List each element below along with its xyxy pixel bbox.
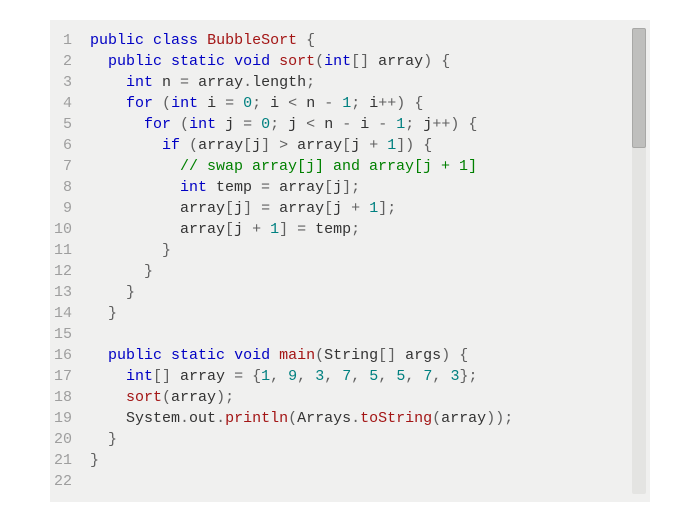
code-line: 1public class BubbleSort {	[50, 30, 650, 51]
line-content: }	[90, 240, 650, 261]
code-line: 3 int n = array.length;	[50, 72, 650, 93]
line-content: // swap array[j] and array[j + 1]	[90, 156, 650, 177]
code-line: 9 array[j] = array[j + 1];	[50, 198, 650, 219]
line-content: int[] array = {1, 9, 3, 7, 5, 5, 7, 3};	[90, 366, 650, 387]
line-number: 16	[50, 345, 90, 366]
code-line: 22	[50, 471, 650, 492]
line-number: 21	[50, 450, 90, 471]
code-line: 2 public static void sort(int[] array) {	[50, 51, 650, 72]
code-line: 13 }	[50, 282, 650, 303]
scrollbar-thumb[interactable]	[632, 28, 646, 148]
line-number: 4	[50, 93, 90, 114]
line-content: if (array[j] > array[j + 1]) {	[90, 135, 650, 156]
line-content: }	[90, 282, 650, 303]
code-line: 11 }	[50, 240, 650, 261]
line-number: 1	[50, 30, 90, 51]
code-line: 7 // swap array[j] and array[j + 1]	[50, 156, 650, 177]
code-line: 5 for (int j = 0; j < n - i - 1; j++) {	[50, 114, 650, 135]
code-line: 8 int temp = array[j];	[50, 177, 650, 198]
code-line: 4 for (int i = 0; i < n - 1; i++) {	[50, 93, 650, 114]
line-number: 18	[50, 387, 90, 408]
code-line: 6 if (array[j] > array[j + 1]) {	[50, 135, 650, 156]
line-number: 3	[50, 72, 90, 93]
line-number: 17	[50, 366, 90, 387]
line-number: 15	[50, 324, 90, 345]
code-line: 10 array[j + 1] = temp;	[50, 219, 650, 240]
line-number: 8	[50, 177, 90, 198]
line-content: int temp = array[j];	[90, 177, 650, 198]
line-number: 9	[50, 198, 90, 219]
code-line: 14 }	[50, 303, 650, 324]
code-line: 21}	[50, 450, 650, 471]
code-line: 16 public static void main(String[] args…	[50, 345, 650, 366]
line-number: 22	[50, 471, 90, 492]
code-line: 15	[50, 324, 650, 345]
line-number: 10	[50, 219, 90, 240]
line-content	[90, 471, 650, 492]
line-number: 2	[50, 51, 90, 72]
line-content: }	[90, 303, 650, 324]
line-content: sort(array);	[90, 387, 650, 408]
line-number: 7	[50, 156, 90, 177]
line-number: 12	[50, 261, 90, 282]
code-line: 12 }	[50, 261, 650, 282]
line-content: public static void main(String[] args) {	[90, 345, 650, 366]
line-content: for (int j = 0; j < n - i - 1; j++) {	[90, 114, 650, 135]
code-line: 19 System.out.println(Arrays.toString(ar…	[50, 408, 650, 429]
line-content: System.out.println(Arrays.toString(array…	[90, 408, 650, 429]
line-content: }	[90, 261, 650, 282]
line-content: public class BubbleSort {	[90, 30, 650, 51]
line-content: array[j + 1] = temp;	[90, 219, 650, 240]
line-content: }	[90, 429, 650, 450]
line-number: 14	[50, 303, 90, 324]
code-block: 1public class BubbleSort {2 public stati…	[50, 20, 650, 502]
code-line: 20 }	[50, 429, 650, 450]
line-number: 6	[50, 135, 90, 156]
code-line: 17 int[] array = {1, 9, 3, 7, 5, 5, 7, 3…	[50, 366, 650, 387]
line-content: }	[90, 450, 650, 471]
line-number: 13	[50, 282, 90, 303]
line-number: 11	[50, 240, 90, 261]
line-content: int n = array.length;	[90, 72, 650, 93]
line-content	[90, 324, 650, 345]
code-line: 18 sort(array);	[50, 387, 650, 408]
line-content: for (int i = 0; i < n - 1; i++) {	[90, 93, 650, 114]
line-number: 5	[50, 114, 90, 135]
line-content: public static void sort(int[] array) {	[90, 51, 650, 72]
line-number: 20	[50, 429, 90, 450]
line-content: array[j] = array[j + 1];	[90, 198, 650, 219]
line-number: 19	[50, 408, 90, 429]
